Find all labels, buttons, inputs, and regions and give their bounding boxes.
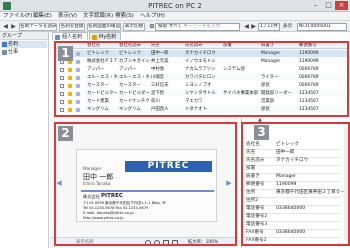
toggle-view-button[interactable]: 表示切替: [123, 22, 145, 31]
card-icon: [55, 34, 60, 40]
badge-2: 2: [58, 126, 73, 141]
title-bar: PITREC on PC 2 – □ ×: [0, 0, 350, 12]
badge-1: 1: [58, 46, 73, 61]
maximize-button[interactable]: □: [322, 1, 335, 10]
tab-personal-cards[interactable]: 個人名刺: [52, 32, 88, 40]
group-item-work[interactable]: 仕事: [1, 49, 47, 56]
register-card-button[interactable]: 名刺を登録: [59, 22, 85, 31]
card-detail-panel: ▲ 会社名 ピトレック 氏名 田中一郎 氏名読み タナカイチロウ 部署 肩書き Manager 郵…: [238, 118, 350, 248]
badge-3: 3: [254, 125, 269, 140]
prev-result-arrow-icon[interactable]: ◀: [243, 23, 250, 31]
window-title: PITREC on PC 2: [148, 2, 202, 10]
tab-my-cards[interactable]: My名刺: [89, 32, 121, 40]
menu-search[interactable]: 検索(S): [115, 12, 134, 21]
group-panel: グループ 名刺 仕事: [0, 32, 49, 248]
highlight-frame-detail: [241, 122, 350, 246]
minimize-button[interactable]: –: [309, 1, 322, 10]
tab-label: 個人名刺: [62, 34, 83, 40]
card-view-button[interactable]: 名刺画面の確認: [87, 22, 121, 31]
card-list-area: 個人名刺 My名刺 会社名 会社名読み 氏名 氏名読み 部署 肩書き 郵便番号 …: [50, 32, 350, 118]
search-scope-label: 検索:すべて: [158, 23, 183, 29]
search-input[interactable]: 検索:すべて キーワードを入力: [155, 22, 240, 31]
menu-ocr[interactable]: 文字認識(R): [83, 12, 113, 21]
group-item-label: 仕事: [8, 49, 19, 55]
close-button[interactable]: ×: [335, 1, 348, 10]
highlight-frame-card: [54, 122, 237, 246]
menu-edit[interactable]: 編集(E): [33, 12, 52, 21]
tab-label: My名刺: [99, 34, 117, 40]
back-arrow-icon[interactable]: ◀: [2, 23, 9, 31]
menu-bar: ファイル(F) 編集(E) 表示(V) 文字認識(R) 検索(S) ヘルプ(H): [0, 12, 350, 21]
group-header: グループ: [0, 32, 48, 40]
card-folder-icon: [2, 42, 7, 47]
menu-view[interactable]: 表示(V): [58, 12, 77, 21]
folder-icon: [2, 50, 7, 55]
card-image-viewer: ◀ ▶ PITREC Manager 田中 一郎 Ichiro Tanaka 株…: [50, 118, 238, 248]
search-icon: [150, 24, 154, 28]
display-label: 表示: [283, 23, 293, 29]
group-item-label: 名刺: [8, 41, 19, 47]
search-placeholder: キーワードを入力: [183, 23, 221, 29]
toolbar: ◀ ▶ 名刺データを読み込む 名刺を登録 名刺画面の確認 表示切替 検索:すべて…: [0, 21, 350, 32]
import-card-button[interactable]: 名刺データを読み込む: [19, 22, 57, 31]
highlight-frame-list: [54, 41, 349, 117]
group-item-cards[interactable]: 名刺: [1, 41, 47, 48]
menu-help[interactable]: ヘルプ(H): [140, 12, 165, 21]
next-result-arrow-icon[interactable]: ▶: [250, 23, 257, 31]
card-icon: [92, 34, 97, 40]
forward-arrow-icon[interactable]: ▶: [10, 23, 17, 31]
result-count: 1 / 11件: [258, 22, 280, 31]
menu-file[interactable]: ファイル(F): [3, 12, 32, 21]
user-field[interactable]: NCH.0005001: [297, 22, 347, 31]
